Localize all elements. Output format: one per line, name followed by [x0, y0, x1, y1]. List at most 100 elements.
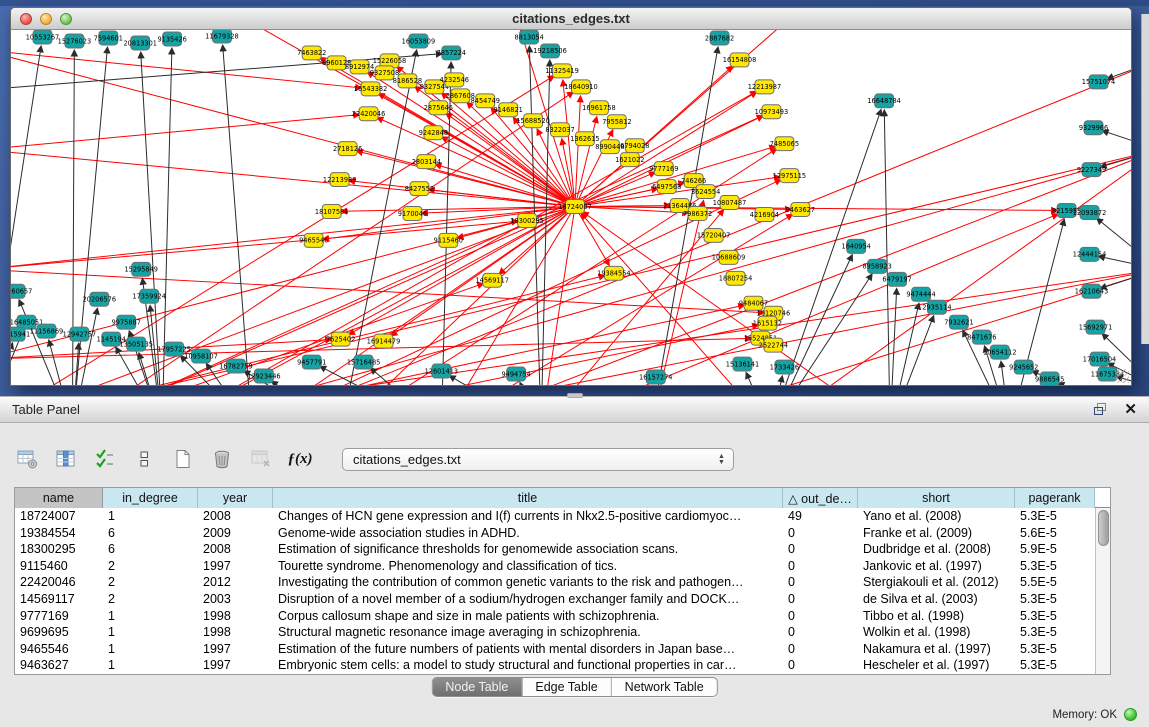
float-panel-icon[interactable] [1094, 403, 1108, 416]
table-cell[interactable]: 9115460 [15, 558, 103, 575]
table-cell[interactable]: 1 [103, 657, 198, 674]
table-row[interactable]: 969969511998Structural magnetic resonanc… [15, 624, 1095, 641]
graph-edge[interactable] [890, 316, 934, 385]
graph-edge[interactable] [223, 45, 252, 385]
graph-edge[interactable] [1058, 383, 1131, 385]
table-cell[interactable]: Estimation of significance thresholds fo… [273, 541, 783, 558]
table-cell[interactable]: Disruption of a novel member of a sodium… [273, 591, 783, 608]
table-cell[interactable]: 5.6E-5 [1015, 525, 1095, 542]
window-resize-grip[interactable] [1115, 369, 1129, 383]
table-cell[interactable]: 6 [103, 541, 198, 558]
tab-edge-table[interactable]: Edge Table [521, 678, 610, 696]
tab-node-table[interactable]: Node Table [432, 678, 521, 696]
graph-edge[interactable] [575, 172, 655, 206]
table-cell[interactable]: Embryonic stem cells: a model to study s… [273, 657, 783, 674]
table-cell[interactable]: 14569117 [15, 591, 103, 608]
table-cell[interactable]: 5.3E-5 [1015, 624, 1095, 641]
table-cell[interactable]: 9463627 [15, 657, 103, 674]
table-row[interactable]: 1872400712008Changes of HCN gene express… [15, 508, 1095, 525]
column-header-out_de[interactable]: △ out_de… [783, 488, 858, 508]
graph-edge[interactable] [49, 340, 73, 385]
graph-edge[interactable] [575, 207, 1058, 211]
table-cell[interactable]: 2 [103, 574, 198, 591]
table-cell[interactable]: 0 [783, 574, 858, 591]
column-header-in_degree[interactable]: in_degree [103, 488, 198, 508]
table-cell[interactable]: Yano et al. (2008) [858, 508, 1015, 525]
graph-edge[interactable] [11, 269, 764, 312]
graph-edge[interactable] [746, 372, 770, 385]
graph-edge[interactable] [11, 50, 575, 207]
table-row[interactable]: 1456911722003Disruption of a novel membe… [15, 591, 1095, 608]
table-cell[interactable]: 1 [103, 608, 198, 625]
table-cell[interactable]: 1997 [198, 558, 273, 575]
table-cell[interactable]: 1 [103, 641, 198, 658]
table-cell[interactable]: 2 [103, 558, 198, 575]
table-cell[interactable]: 2009 [198, 525, 273, 542]
table-cell[interactable]: 5.5E-5 [1015, 574, 1095, 591]
graph-edge[interactable] [537, 129, 575, 207]
table-row[interactable]: 946554611997Estimation of the future num… [15, 641, 1095, 658]
close-panel-icon[interactable]: ✕ [1124, 402, 1137, 417]
graph-edge[interactable] [11, 115, 360, 150]
table-cell[interactable]: 2008 [198, 541, 273, 558]
table-cell[interactable]: Corpus callosum shape and size in male p… [273, 608, 783, 625]
table-cell[interactable]: 18724007 [15, 508, 103, 525]
table-cell[interactable]: Structural magnetic resonance image aver… [273, 624, 783, 641]
table-cell[interactable]: 1997 [198, 657, 273, 674]
table-cell[interactable]: 5.3E-5 [1015, 657, 1095, 674]
table-cell[interactable]: 1998 [198, 624, 273, 641]
graph-edge[interactable] [1100, 269, 1131, 288]
table-scrollbar[interactable] [1095, 508, 1110, 674]
table-cell[interactable]: Franke et al. (2009) [858, 525, 1015, 542]
table-cell[interactable]: Wolkin et al. (1998) [858, 624, 1015, 641]
graph-edge[interactable] [141, 52, 162, 385]
table-cell[interactable]: 0 [783, 591, 858, 608]
table-cell[interactable]: 9465546 [15, 641, 103, 658]
column-header-name[interactable]: name [15, 488, 103, 508]
table-cell[interactable]: Tourette syndrome. Phenomenology and cla… [273, 558, 783, 575]
table-cell[interactable]: 0 [783, 558, 858, 575]
table-cell[interactable]: 0 [783, 641, 858, 658]
table-cell[interactable]: 19384554 [15, 525, 103, 542]
table-cell[interactable]: 0 [783, 624, 858, 641]
function-builder-icon[interactable]: ƒ(x) [289, 448, 311, 470]
table-row[interactable]: 1830029562008Estimation of significance … [15, 541, 1095, 558]
table-row[interactable]: 2242004622012Investigating the contribut… [15, 574, 1095, 591]
table-cell[interactable]: 2012 [198, 574, 273, 591]
table-cell[interactable]: 5.3E-5 [1015, 641, 1095, 658]
table-row[interactable]: 911546021997Tourette syndrome. Phenomeno… [15, 558, 1095, 575]
table-cell[interactable]: 5.3E-5 [1015, 508, 1095, 525]
table-cell[interactable]: Hescheler et al. (1997) [858, 657, 1015, 674]
column-header-year[interactable]: year [198, 488, 273, 508]
table-cell[interactable]: 6 [103, 525, 198, 542]
table-row[interactable]: 977716911998Corpus callosum shape and si… [15, 608, 1095, 625]
table-cell[interactable]: 2003 [198, 591, 273, 608]
table-cell[interactable]: 0 [783, 541, 858, 558]
delete-columns-icon[interactable] [250, 448, 272, 470]
table-cell[interactable]: 5.9E-5 [1015, 541, 1095, 558]
table-cell[interactable]: 9777169 [15, 608, 103, 625]
table-cell[interactable]: de Silva et al. (2003) [858, 591, 1015, 608]
network-canvas[interactable]: 1872400715226058932750874638228960128891… [11, 30, 1131, 385]
table-cell[interactable]: Nakamura et al. (1997) [858, 641, 1015, 658]
panel-splitter-handle[interactable] [567, 393, 583, 398]
select-rows-icon[interactable] [94, 448, 116, 470]
tab-network-table[interactable]: Network Table [611, 678, 717, 696]
graph-edge[interactable] [520, 382, 541, 385]
column-header-short[interactable]: short [858, 488, 1015, 508]
graph-edge[interactable] [890, 288, 897, 385]
table-cell[interactable]: Changes of HCN gene expression and I(f) … [273, 508, 783, 525]
column-header-title[interactable]: title [273, 488, 783, 508]
graph-edge[interactable] [541, 214, 1058, 385]
graph-edge[interactable] [1102, 131, 1131, 150]
table-cell[interactable]: Stergiakouli et al. (2012) [858, 574, 1015, 591]
table-cell[interactable]: 2 [103, 591, 198, 608]
table-cell[interactable]: Investigating the contribution of common… [273, 574, 783, 591]
table-cell[interactable]: Estimation of the future numbers of pati… [273, 641, 783, 658]
network-window-titlebar[interactable]: citations_edges.txt [11, 8, 1131, 30]
table-cell[interactable]: 1997 [198, 641, 273, 658]
graph-edge[interactable] [72, 343, 78, 385]
table-cell[interactable]: 1998 [198, 608, 273, 625]
table-settings-icon[interactable] [16, 448, 38, 470]
table-cell[interactable]: 1 [103, 624, 198, 641]
